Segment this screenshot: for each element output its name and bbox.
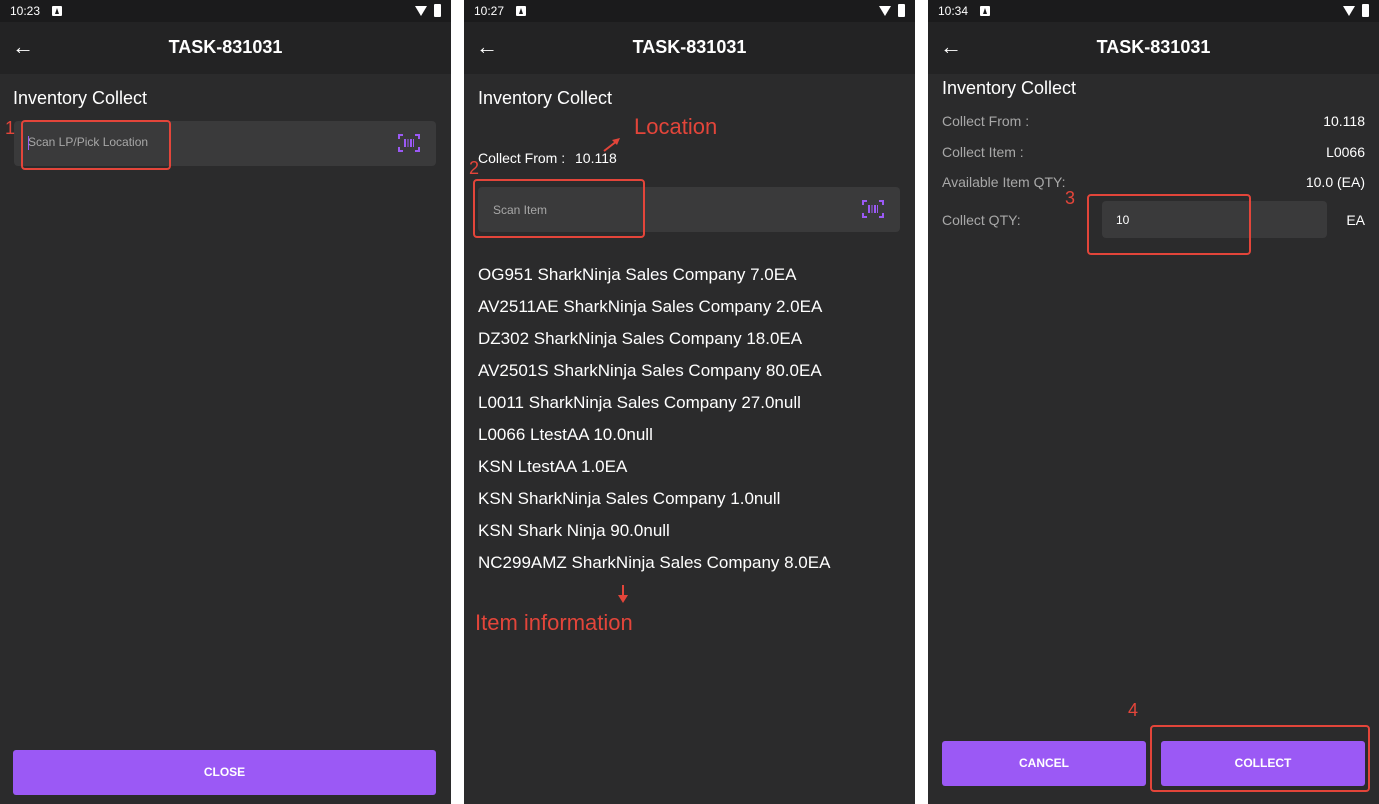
- collect-from-label: Collect From :: [942, 113, 1030, 129]
- list-item[interactable]: L0011 SharkNinja Sales Company 27.0null: [478, 393, 801, 413]
- screen-scan-item: 10:27 ← TASK-831031 Inventory Collect Lo…: [464, 0, 915, 804]
- list-item[interactable]: AV2511AE SharkNinja Sales Company 2.0EA: [478, 297, 822, 317]
- available-qty-value: 10.0 (EA): [1305, 174, 1365, 190]
- collect-item-label: Collect Item :: [942, 144, 1024, 160]
- barcode-scan-icon[interactable]: [398, 134, 420, 152]
- collect-qty-unit: EA: [1346, 212, 1365, 228]
- collect-qty-label: Collect QTY:: [942, 212, 1021, 228]
- battery-icon: [898, 4, 905, 17]
- collect-from-row: Collect From : 10.118: [478, 150, 617, 166]
- wifi-icon: [879, 6, 891, 16]
- list-item[interactable]: DZ302 SharkNinja Sales Company 18.0EA: [478, 329, 802, 349]
- section-heading: Inventory Collect: [478, 88, 613, 108]
- page-title: TASK-831031: [168, 37, 283, 57]
- barcode-scan-icon[interactable]: [862, 200, 884, 218]
- list-item[interactable]: KSN Shark Ninja 90.0null: [478, 521, 670, 541]
- annotation-number-2: 2: [469, 158, 480, 178]
- list-item[interactable]: OG951 SharkNinja Sales Company 7.0EA: [478, 265, 796, 285]
- collect-from-label: Collect From :: [478, 150, 566, 166]
- section-heading: Inventory Collect: [942, 78, 1077, 98]
- collect-item-value: L0066: [1326, 144, 1365, 160]
- cancel-button[interactable]: CANCEL: [942, 741, 1146, 786]
- list-item[interactable]: KSN LtestAA 1.0EA: [478, 457, 627, 477]
- list-item[interactable]: AV2501S SharkNinja Sales Company 80.0EA: [478, 361, 822, 381]
- wifi-icon: [1343, 6, 1355, 16]
- available-qty-label: Available Item QTY:: [942, 174, 1066, 190]
- page-title: TASK-831031: [632, 37, 747, 57]
- notification-icon: [980, 6, 990, 16]
- battery-icon: [434, 4, 441, 17]
- app-bar: ← TASK-831031: [464, 22, 915, 74]
- notification-icon: [52, 6, 62, 16]
- annotation-box-1: [21, 120, 171, 170]
- annotation-box-4: [1150, 725, 1370, 792]
- status-time: 10:23: [10, 4, 41, 18]
- collect-from-value: 10.118: [1323, 113, 1365, 129]
- app-bar: ← TASK-831031: [0, 22, 451, 74]
- list-item[interactable]: NC299AMZ SharkNinja Sales Company 8.0EA: [478, 553, 830, 573]
- list-item[interactable]: L0066 LtestAA 10.0null: [478, 425, 653, 445]
- annotation-item-information-label: Item information: [475, 610, 633, 635]
- screen-collect-qty: 10:34 ← TASK-831031 Inventory Collect Co…: [928, 0, 1379, 804]
- notification-icon: [516, 6, 526, 16]
- annotation-down-arrow-icon: [618, 585, 628, 603]
- annotation-box-2: [473, 179, 645, 238]
- annotation-number-1: 1: [5, 118, 16, 138]
- list-item[interactable]: KSN SharkNinja Sales Company 1.0null: [478, 489, 780, 509]
- battery-icon: [1362, 4, 1369, 17]
- status-time: 10:27: [474, 4, 505, 18]
- annotation-number-4: 4: [1128, 700, 1139, 720]
- collect-from-value: 10.118: [575, 150, 617, 166]
- status-bar: 10:23: [0, 0, 451, 22]
- annotation-number-3: 3: [1065, 188, 1076, 208]
- close-button[interactable]: CLOSE: [13, 750, 436, 795]
- app-bar: ← TASK-831031: [928, 22, 1379, 74]
- status-bar: 10:27: [464, 0, 915, 22]
- screen-scan-location: 10:23 ← TASK-831031 Inventory Collect Sc…: [0, 0, 451, 804]
- status-bar: 10:34: [928, 0, 1379, 22]
- section-heading: Inventory Collect: [13, 88, 148, 108]
- page-title: TASK-831031: [1096, 37, 1211, 57]
- annotation-box-3: [1087, 194, 1251, 255]
- annotation-location-label: Location: [634, 114, 718, 139]
- status-time: 10:34: [938, 4, 969, 18]
- wifi-icon: [415, 6, 427, 16]
